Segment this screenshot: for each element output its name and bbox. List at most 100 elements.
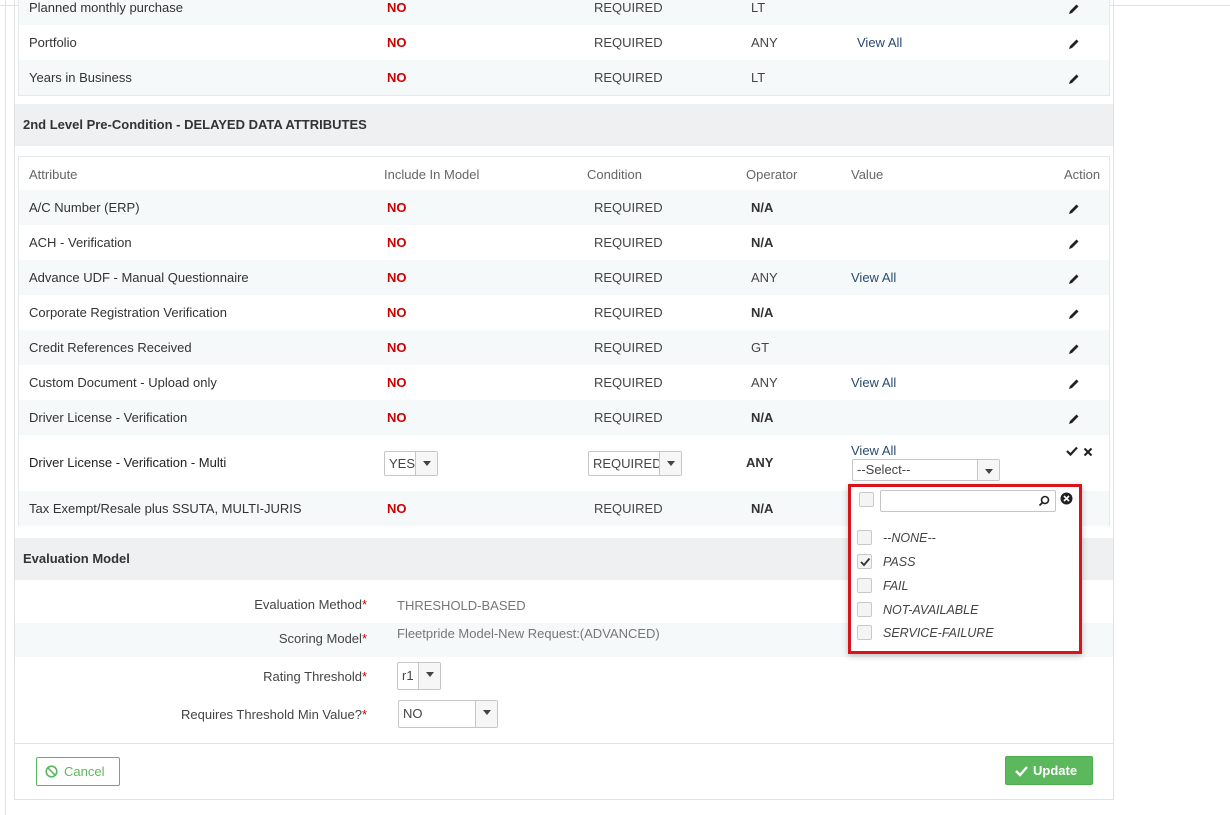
condition: REQUIRED — [594, 200, 663, 215]
threshold-min-value: NO — [403, 706, 423, 721]
search-icon — [1038, 495, 1050, 507]
view-all-link[interactable]: View All — [851, 260, 896, 295]
chevron-down-icon[interactable] — [418, 663, 440, 689]
header-value: Value — [851, 167, 884, 182]
threshold-min-label: Requires Threshold Min Value?* — [181, 707, 367, 722]
attribute-name: Advance UDF - Manual Questionnaire — [29, 270, 249, 285]
view-all-link[interactable]: View All — [851, 443, 896, 459]
dropdown-search-input[interactable] — [880, 490, 1056, 512]
attribute-name: Driver License - Verification - Multi — [29, 455, 227, 470]
condition-select-value: REQUIRED — [593, 456, 662, 471]
edit-icon[interactable] — [1067, 260, 1081, 295]
edit-icon[interactable] — [1067, 400, 1081, 435]
value-select-placeholder: --Select-- — [857, 462, 911, 477]
edit-icon[interactable] — [1067, 365, 1081, 400]
include-flag: NO — [387, 305, 407, 320]
editing-row: Driver License - Verification - Multi YE… — [19, 435, 1109, 491]
include-flag: NO — [387, 270, 407, 285]
table-row: Custom Document - Upload only NO REQUIRE… — [19, 365, 1109, 400]
condition: REQUIRED — [594, 305, 663, 320]
chevron-down-icon[interactable] — [977, 460, 999, 480]
attribute-name: Corporate Registration Verification — [29, 305, 227, 320]
table-row: Planned monthly purchase NO REQUIRED LT — [19, 0, 1109, 25]
condition: REQUIRED — [594, 70, 663, 85]
view-all-link[interactable]: View All — [857, 25, 902, 60]
include-flag: NO — [387, 340, 407, 355]
left-border — [5, 0, 6, 815]
form-row: Requires Threshold Min Value?* NO — [15, 698, 1113, 732]
rating-threshold-label: Rating Threshold* — [263, 669, 367, 684]
evaluation-method-label: Evaluation Method* — [254, 597, 367, 612]
edit-icon[interactable] — [1067, 25, 1081, 60]
attribute-name: Portfolio — [29, 35, 77, 50]
operator: ANY — [746, 455, 774, 470]
chevron-down-icon[interactable] — [475, 701, 497, 727]
option-checkbox[interactable] — [857, 530, 872, 545]
dropdown-option[interactable]: NOT-AVAILABLE — [883, 603, 978, 617]
clear-search-icon[interactable] — [1060, 492, 1073, 505]
table-header: Attribute Include In Model Condition Ope… — [19, 157, 1109, 192]
update-button[interactable]: Update — [1005, 756, 1093, 785]
select-all-checkbox[interactable] — [859, 492, 874, 507]
table-row: Portfolio NO REQUIRED ANY View All — [19, 25, 1109, 60]
option-checkbox-checked[interactable] — [857, 554, 872, 569]
include-select-value: YES — [389, 456, 416, 471]
edit-icon[interactable] — [1067, 225, 1081, 260]
view-all-link[interactable]: View All — [851, 365, 896, 400]
attribute-name: A/C Number (ERP) — [29, 200, 140, 215]
header-operator: Operator — [746, 167, 798, 182]
header-condition: Condition — [587, 167, 642, 182]
attribute-name: Years in Business — [29, 70, 132, 85]
checkmark-icon — [860, 557, 871, 567]
condition: REQUIRED — [594, 270, 663, 285]
dropdown-option[interactable]: --NONE-- — [883, 531, 936, 545]
chevron-down-icon[interactable] — [659, 452, 681, 475]
dropdown-option[interactable]: SERVICE-FAILURE — [883, 626, 994, 640]
rating-threshold-value: r1 — [402, 668, 414, 683]
attribute-name: ACH - Verification — [29, 235, 132, 250]
include-flag: NO — [387, 375, 407, 390]
section-title: 2nd Level Pre-Condition - DELAYED DATA A… — [15, 104, 1113, 146]
ban-icon — [45, 765, 58, 778]
cancel-x-icon[interactable] — [1083, 445, 1093, 461]
cancel-label: Cancel — [64, 764, 105, 779]
edit-icon[interactable] — [1067, 330, 1081, 365]
update-label: Update — [1033, 763, 1078, 778]
condition: REQUIRED — [594, 0, 663, 15]
scoring-model-value: Fleetpride Model-New Request:(ADVANCED) — [397, 626, 660, 641]
include-flag: NO — [387, 0, 407, 15]
option-checkbox[interactable] — [857, 578, 872, 593]
include-flag: NO — [387, 501, 407, 516]
table-row: Corporate Registration Verification NO R… — [19, 295, 1109, 330]
table-row: Credit References Received NO REQUIRED G… — [19, 330, 1109, 365]
include-select[interactable]: YES — [384, 451, 438, 476]
edit-icon[interactable] — [1067, 190, 1081, 225]
first-level-table: Planned monthly purchase NO REQUIRED LT … — [18, 0, 1110, 96]
edit-icon[interactable] — [1067, 60, 1081, 95]
value-select[interactable]: --Select-- — [852, 459, 1000, 481]
include-flag: NO — [387, 70, 407, 85]
threshold-min-select[interactable]: NO — [398, 700, 498, 728]
confirm-check-icon[interactable] — [1066, 445, 1078, 461]
table-row: Advance UDF - Manual Questionnaire NO RE… — [19, 260, 1109, 295]
option-checkbox[interactable] — [857, 625, 872, 640]
include-flag: NO — [387, 200, 407, 215]
header-attribute: Attribute — [29, 167, 78, 182]
header-action: Action — [1064, 167, 1101, 182]
option-checkbox[interactable] — [857, 602, 872, 617]
cancel-button[interactable]: Cancel — [36, 757, 120, 786]
operator: LT — [751, 0, 766, 15]
condition-select[interactable]: REQUIRED — [588, 451, 682, 476]
condition: REQUIRED — [594, 235, 663, 250]
chevron-down-icon[interactable] — [415, 452, 437, 475]
include-flag: NO — [387, 35, 407, 50]
include-flag: NO — [387, 410, 407, 425]
dropdown-option[interactable]: FAIL — [883, 579, 908, 593]
edit-icon[interactable] — [1067, 0, 1081, 25]
table-row: ACH - Verification NO REQUIRED N/A — [19, 225, 1109, 260]
rating-threshold-select[interactable]: r1 — [397, 662, 441, 690]
dropdown-option[interactable]: PASS — [883, 555, 915, 569]
operator: ANY — [751, 35, 778, 50]
edit-icon[interactable] — [1067, 295, 1081, 330]
operator: N/A — [751, 410, 774, 425]
